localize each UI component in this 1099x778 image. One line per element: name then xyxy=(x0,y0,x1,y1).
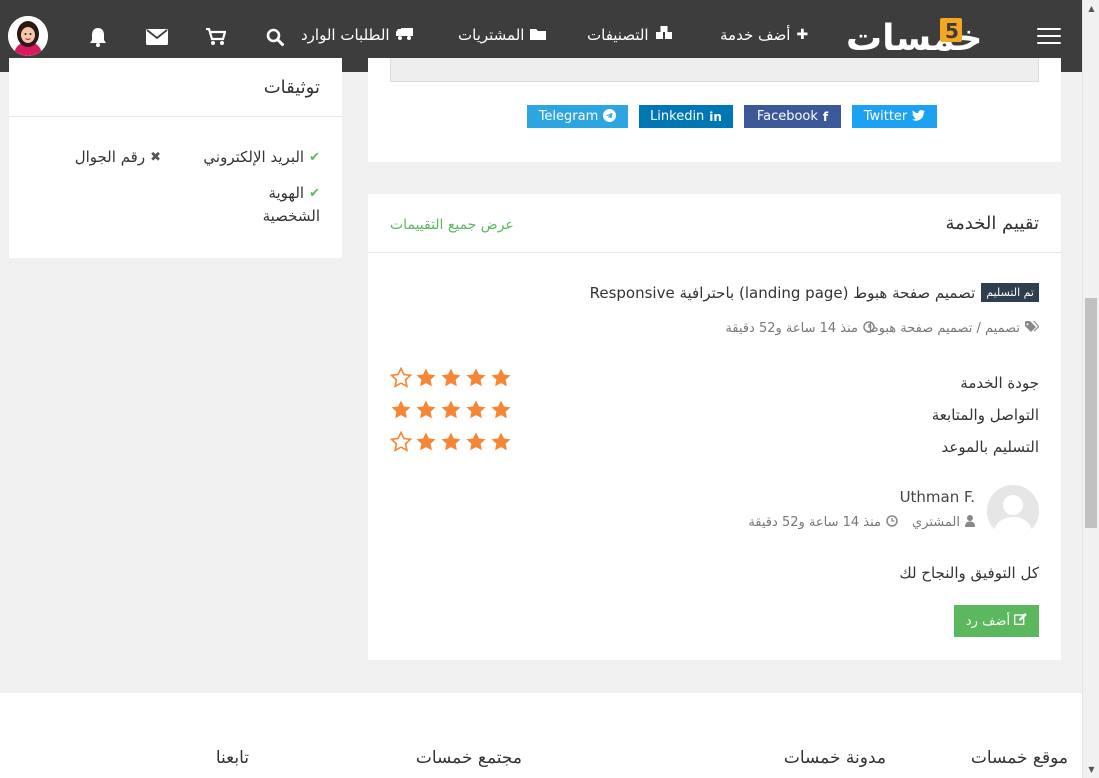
divider xyxy=(9,116,342,117)
service-review-card: تقييم الخدمة عرض جميع التقييمات تم التسل… xyxy=(368,194,1061,660)
status-badge: تم التسليم xyxy=(981,283,1039,302)
telegram-icon xyxy=(603,108,617,125)
site-logo[interactable]: خمسات 5 xyxy=(846,14,1006,59)
star-filled-icon xyxy=(466,400,486,419)
tag-icon xyxy=(1025,321,1040,336)
stars-delivery xyxy=(390,431,512,453)
search-icon[interactable] xyxy=(263,26,287,48)
star-filled-icon xyxy=(466,368,486,387)
user-icon xyxy=(965,515,975,530)
reviewer-avatar[interactable] xyxy=(987,485,1039,537)
star-filled-icon xyxy=(441,432,461,451)
star-filled-icon xyxy=(416,368,436,387)
twitter-icon xyxy=(912,109,926,124)
star-filled-icon xyxy=(491,400,511,419)
footer: موقع خمسات مدونة خمسات مجتمع خمسات تابعن… xyxy=(0,693,1082,778)
check-icon: ✔ xyxy=(309,185,320,201)
star-filled-icon xyxy=(416,400,436,419)
verification-email: ✔ البريد الإلكتروني xyxy=(203,148,320,166)
verification-identity: ✔ الهوية xyxy=(268,184,320,202)
star-filled-icon xyxy=(491,368,511,387)
star-empty-icon xyxy=(390,367,412,388)
add-reply-button[interactable]: أضف رد xyxy=(954,605,1039,637)
scrollbar-thumb[interactable] xyxy=(1085,298,1097,528)
page-scrollbar[interactable]: ▲ ▼ xyxy=(1082,0,1099,778)
nav-incoming-orders[interactable]: الطلبات الوارد xyxy=(301,26,413,44)
share-card: Twitter Facebook f Linkedin in Telegram xyxy=(368,58,1061,162)
cart-icon[interactable] xyxy=(204,26,228,48)
facebook-icon: f xyxy=(822,109,829,124)
linkedin-share-button[interactable]: Linkedin in xyxy=(639,105,733,128)
nav-purchases[interactable]: المشتريات xyxy=(458,26,547,44)
scroll-down-arrow-icon[interactable]: ▼ xyxy=(1083,761,1099,778)
menu-icon[interactable] xyxy=(1037,28,1061,46)
envelope-icon[interactable] xyxy=(145,26,169,48)
star-filled-icon xyxy=(441,368,461,387)
user-avatar[interactable] xyxy=(8,16,48,56)
nav-add-service[interactable]: ✚ أضف خدمة xyxy=(720,26,808,44)
review-comment: كل التوفيق والنجاح لك xyxy=(899,564,1039,582)
footer-heading-blog: مدونة خمسات xyxy=(783,748,886,768)
footer-heading-community: مجتمع خمسات xyxy=(415,748,522,768)
folder-icon xyxy=(530,27,547,44)
service-title-line: تم التسليم تصميم صفحة هبوط (landing page… xyxy=(590,283,1039,302)
facebook-share-button[interactable]: Facebook f xyxy=(744,105,841,128)
verification-phone: ✖ رقم الجوال xyxy=(74,148,161,166)
telegram-share-button[interactable]: Telegram xyxy=(527,105,628,128)
cubes-icon xyxy=(655,26,673,44)
star-filled-icon xyxy=(466,432,486,451)
reviewer-time: منذ 14 ساعة و52 دقيقة xyxy=(748,515,898,530)
nav-categories[interactable]: التصنيفات xyxy=(587,26,673,44)
star-filled-icon xyxy=(441,400,461,419)
service-time: منذ 14 ساعة و52 دقيقة xyxy=(725,321,875,336)
clock-icon xyxy=(886,515,898,530)
clock-icon xyxy=(863,321,875,336)
check-icon: ✔ xyxy=(309,149,320,165)
scroll-up-arrow-icon[interactable]: ▲ xyxy=(1083,0,1099,17)
share-link-box xyxy=(390,58,1039,82)
times-icon: ✖ xyxy=(150,149,161,165)
footer-heading-site: موقع خمسات xyxy=(970,748,1068,768)
truck-icon xyxy=(395,27,413,44)
verifications-panel: توثيقات ✔ البريد الإلكتروني ✖ رقم الجوال… xyxy=(9,58,342,258)
stars-quality xyxy=(390,367,512,389)
star-empty-icon xyxy=(390,431,412,452)
rating-label-quality: جودة الخدمة xyxy=(960,374,1039,392)
plus-icon: ✚ xyxy=(796,27,809,43)
verification-identity-line2: الشخصية xyxy=(262,207,320,225)
star-filled-icon xyxy=(391,400,411,419)
review-card-title: تقييم الخدمة xyxy=(945,213,1039,234)
twitter-share-button[interactable]: Twitter xyxy=(852,105,937,128)
divider xyxy=(368,252,1061,253)
star-filled-icon xyxy=(491,432,511,451)
svg-text:5: 5 xyxy=(945,19,959,43)
view-all-ratings-link[interactable]: عرض جميع التقييمات xyxy=(390,217,514,233)
bell-icon[interactable] xyxy=(86,26,110,48)
stars-communication xyxy=(390,399,512,421)
star-filled-icon xyxy=(416,432,436,451)
reviewer-role: المشتري xyxy=(912,515,975,530)
linkedin-icon: in xyxy=(709,109,722,124)
rating-label-delivery: التسليم بالموعد xyxy=(941,438,1039,456)
service-category-path[interactable]: تصميم / تصميم صفحة هبوط xyxy=(867,321,1040,336)
verifications-title: توثيقات xyxy=(263,77,320,98)
reviewer-name[interactable]: Uthman F. xyxy=(900,488,975,506)
edit-icon xyxy=(1014,613,1027,629)
rating-label-communication: التواصل والمتابعة xyxy=(931,406,1039,424)
service-title-link[interactable]: تصميم صفحة هبوط (landing page) باحترافية… xyxy=(590,284,976,302)
footer-heading-follow: تابعنا xyxy=(215,748,249,768)
